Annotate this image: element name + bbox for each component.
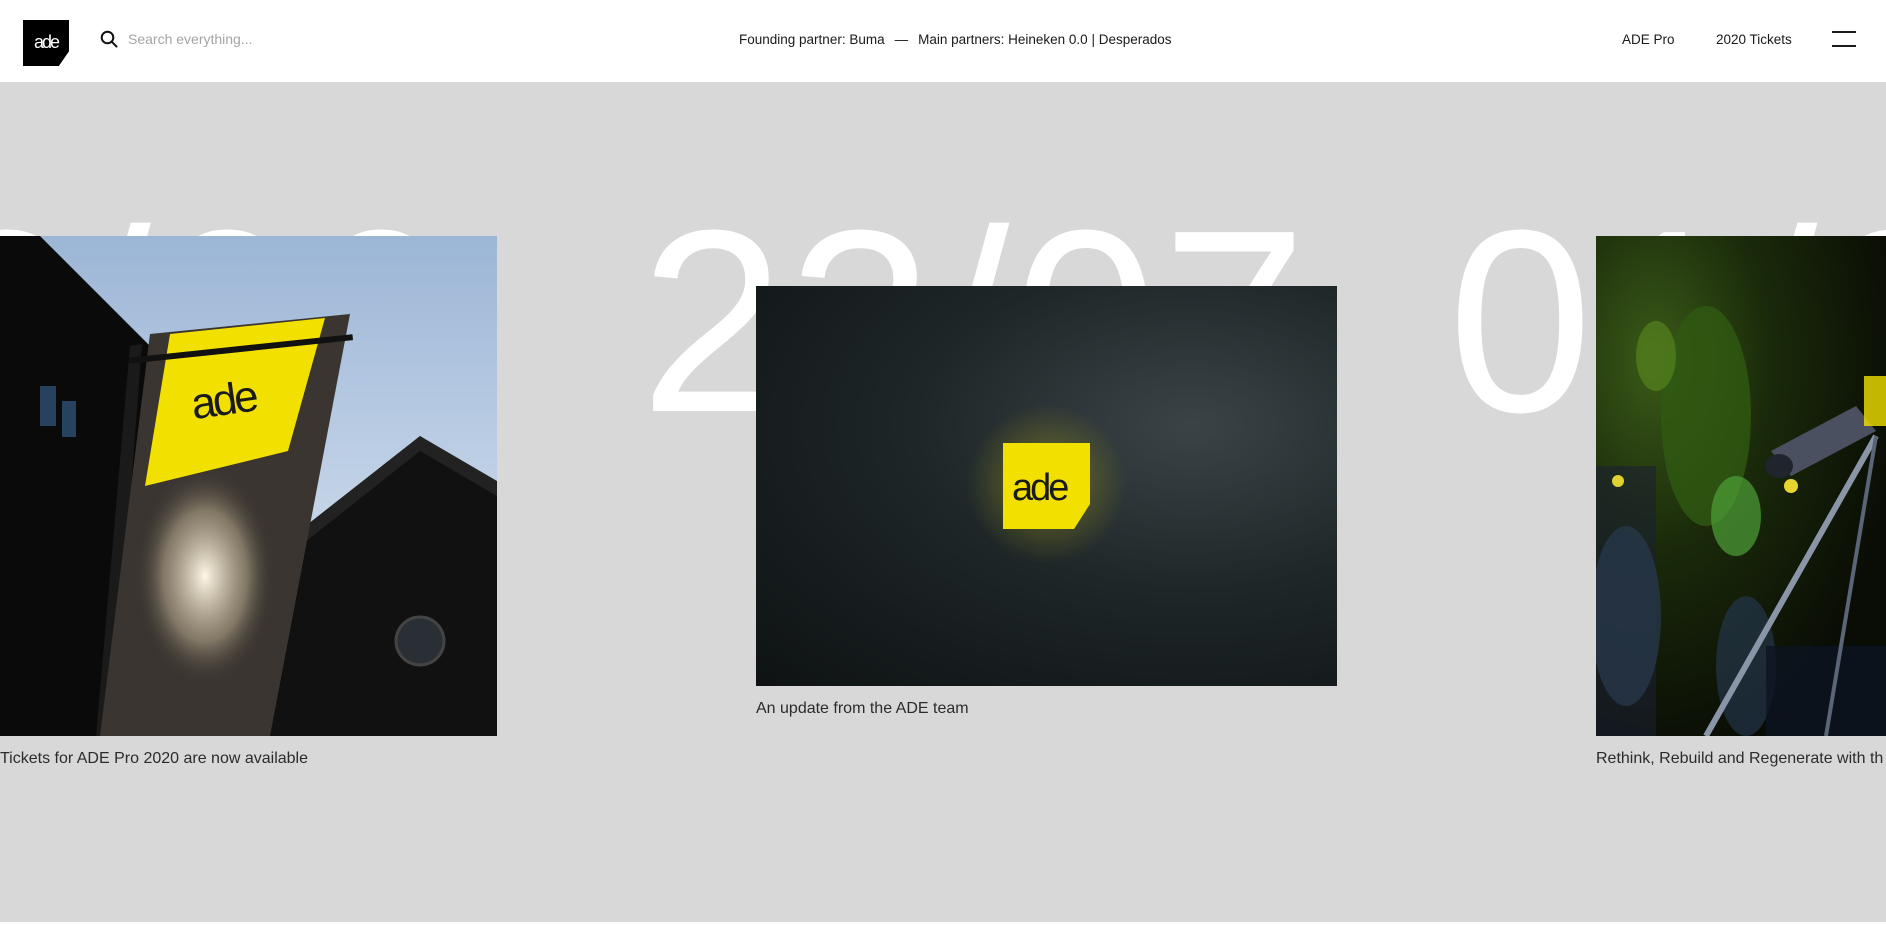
search-input[interactable] <box>128 30 388 48</box>
nav-2020-tickets[interactable]: 2020 Tickets <box>1716 32 1792 47</box>
news-caption[interactable]: An update from the ADE team <box>756 700 969 718</box>
menu-line <box>1832 45 1856 47</box>
founding-partner-text: Founding partner: Buma <box>739 32 885 47</box>
news-image-stage[interactable] <box>1596 236 1886 736</box>
hamburger-menu-icon[interactable] <box>1832 31 1856 48</box>
news-image-flag[interactable]: ade <box>0 236 497 736</box>
nav-ade-pro[interactable]: ADE Pro <box>1622 32 1675 47</box>
search-box[interactable] <box>100 28 400 52</box>
svg-text:ade: ade <box>1012 467 1068 509</box>
ade-logo[interactable]: ade <box>23 20 69 66</box>
menu-line <box>1832 31 1856 33</box>
news-carousel[interactable]: 6/06 23/07 01/0 ade Ti <box>0 82 1886 922</box>
flag-photo-illustration: ade <box>0 236 497 736</box>
partners-separator: — <box>894 32 909 47</box>
ade-logo-photo-illustration: ade <box>967 404 1127 564</box>
main-partners-text: Main partners: Heineken 0.0 | Desperados <box>918 32 1172 47</box>
partners-bar: Founding partner: Buma — Main partners: He… <box>739 32 1172 47</box>
news-caption[interactable]: Rethink, Rebuild and Regenerate with th <box>1596 750 1883 768</box>
top-header: ade Founding partner: Buma — Main partners… <box>0 0 1886 82</box>
logo-text: ade <box>33 32 60 52</box>
news-caption[interactable]: Tickets for ADE Pro 2020 are now availab… <box>0 750 308 768</box>
search-icon[interactable] <box>100 30 118 48</box>
news-image-logo[interactable]: ade <box>756 286 1337 686</box>
stage-photo-illustration <box>1596 306 1886 736</box>
svg-text:ade: ade <box>188 371 260 429</box>
